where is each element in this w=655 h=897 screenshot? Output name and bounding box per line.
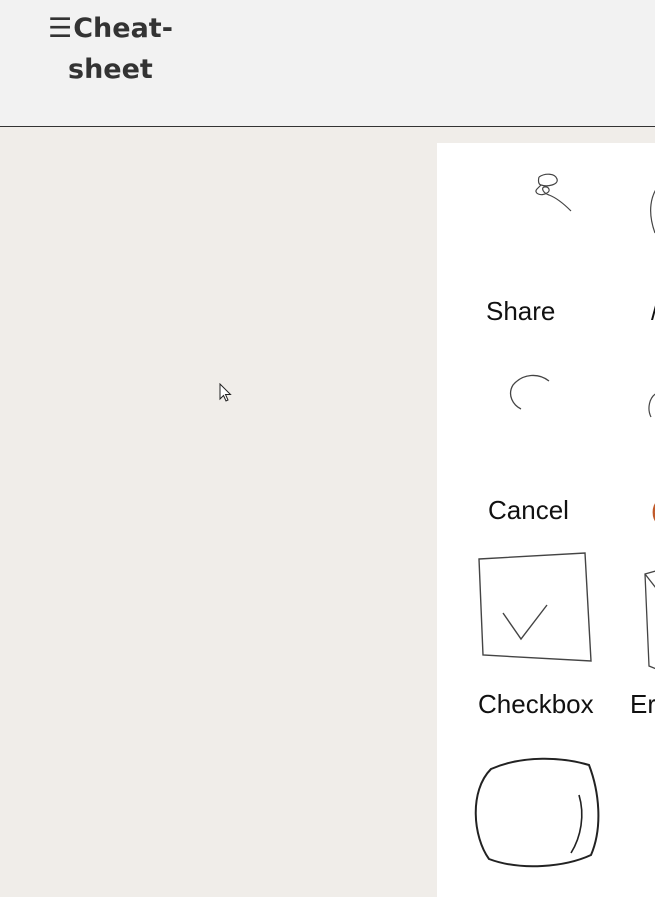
mouse-cursor-icon [219,383,232,402]
hamburger-icon: ☰ [48,13,73,44]
cancel-label: Cancel [488,495,569,525]
rounded-box-sketch-icon[interactable] [471,755,603,871]
menu-title-line1: Cheat- [73,13,173,44]
checkbox-label: Checkbox [478,689,594,719]
checkbox-sketch-icon[interactable] [475,551,597,666]
partial-sketch-icon [650,190,655,234]
partial-sketch-icon [648,393,655,418]
menu-title-line2: sheet [68,54,153,85]
partial-label: / [651,296,655,327]
cancel-sketch-icon[interactable] [505,371,555,416]
top-bar: ☰Cheat- sheet [0,0,655,127]
er-label: Er [630,689,655,719]
partial-label-c: ( [651,495,655,526]
cheatsheet-panel: Share / Cancel ( Checkbox Er [437,143,655,897]
cheatsheet-menu-button[interactable]: ☰Cheat- sheet [48,8,178,90]
main-content: Share / Cancel ( Checkbox Er [0,127,655,897]
partial-sketch-icon [644,570,655,670]
share-label: Share [486,296,556,326]
share-sketch-icon[interactable] [527,171,577,216]
